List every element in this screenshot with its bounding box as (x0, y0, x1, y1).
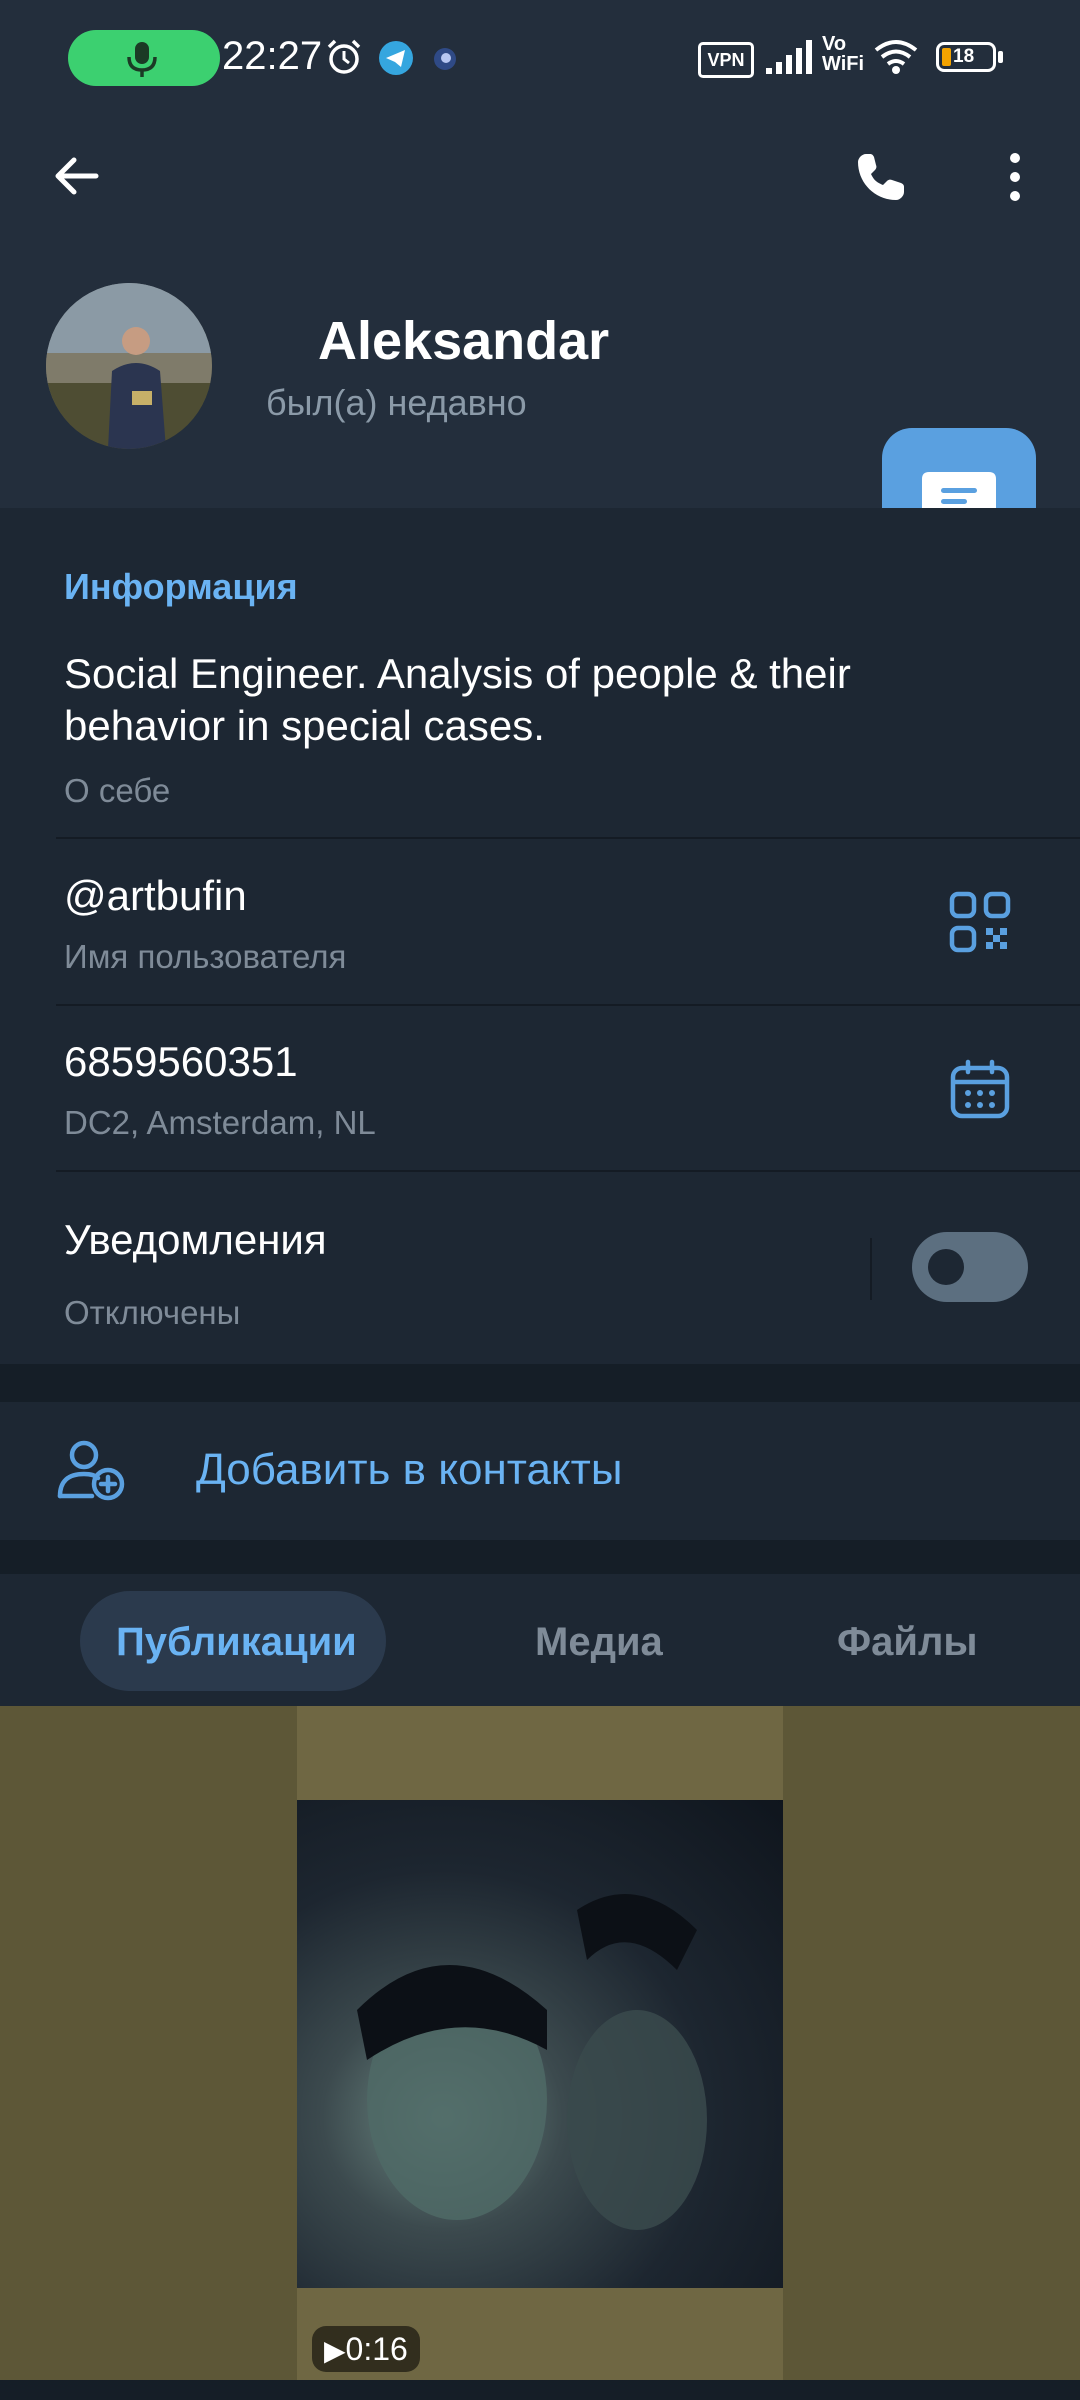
telegram-icon (379, 41, 413, 75)
add-user-icon (57, 1440, 125, 1501)
profile-name: Aleksandar (318, 311, 610, 371)
toggle-knob (928, 1249, 964, 1285)
app-notification-icon (434, 48, 456, 70)
qr-code-icon[interactable] (948, 890, 1012, 954)
more-menu-icon[interactable] (998, 150, 1032, 204)
video-frame-image (357, 1894, 707, 2230)
user-id-caption: DC2, Amsterdam, NL (64, 1104, 376, 1141)
mic-active-indicator[interactable] (68, 30, 220, 86)
play-icon: ▶ (324, 2335, 346, 2366)
last-seen-status: был(а) недавно (266, 382, 527, 423)
vowifi-top: Vo (822, 33, 847, 55)
username-caption: Имя пользователя (64, 938, 347, 975)
video-preview[interactable] (297, 1800, 783, 2288)
alarm-icon (327, 39, 361, 74)
battery-tip (998, 51, 1003, 63)
signal-icon (766, 40, 812, 74)
microphone-icon (127, 42, 157, 77)
notifications-status: Отключены (64, 1294, 241, 1331)
avatar-photo (46, 283, 212, 449)
notifications-toggle[interactable] (912, 1232, 1028, 1302)
section-gap (0, 1540, 1080, 1574)
back-arrow-icon[interactable] (50, 150, 102, 202)
battery-level: 18 (953, 46, 975, 67)
divider (56, 1004, 1080, 1006)
avatar[interactable] (46, 283, 212, 449)
vowifi-bottom: WiFi (822, 53, 865, 75)
bio-caption: О себе (64, 772, 171, 809)
wifi-icon (874, 40, 918, 74)
status-time: 22:27 (222, 34, 323, 78)
battery-icon: 18 (936, 42, 996, 72)
bio-line-1[interactable]: Social Engineer. Analysis of people & th… (64, 650, 851, 698)
tab-media[interactable]: Медиа (535, 1620, 663, 1665)
divider (56, 837, 1080, 839)
section-gap (0, 1364, 1080, 1402)
video-duration: 0:16 (345, 2331, 408, 2367)
bio-line-2[interactable]: behavior in special cases. (64, 702, 545, 750)
user-id-value[interactable]: 6859560351 (64, 1038, 298, 1086)
calendar-icon[interactable] (948, 1058, 1012, 1122)
vertical-divider (870, 1238, 872, 1300)
vpn-badge: VPN (698, 42, 754, 78)
notifications-label[interactable]: Уведомления (64, 1216, 327, 1264)
add-contact-button[interactable]: Добавить в контакты (196, 1445, 622, 1495)
info-section-title: Информация (64, 566, 298, 607)
bottom-edge (0, 2380, 1080, 2400)
divider (56, 1170, 1080, 1172)
tab-publications[interactable]: Публикации (116, 1620, 357, 1665)
video-duration-badge: ▶0:16 (312, 2326, 420, 2372)
phone-call-icon[interactable] (854, 150, 908, 204)
vowifi-label: Vo WiFi (822, 34, 866, 74)
username-value[interactable]: @artbufin (64, 872, 247, 920)
tab-files[interactable]: Файлы (837, 1620, 978, 1665)
